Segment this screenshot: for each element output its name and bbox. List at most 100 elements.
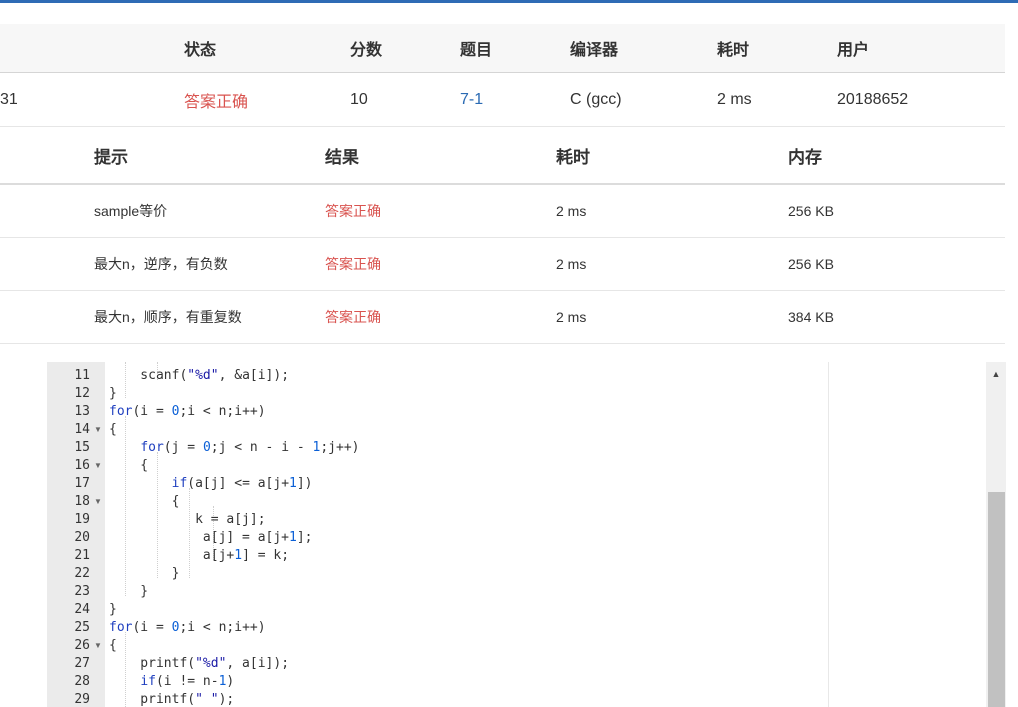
code-line: k = a[j]; xyxy=(109,511,266,529)
case-time: 2 ms xyxy=(556,203,587,219)
code-token: " " xyxy=(195,692,219,707)
code-token: k = a[j]; xyxy=(109,512,266,527)
line-number: 26 xyxy=(74,638,90,653)
code-token: 1 xyxy=(234,548,243,563)
code-token: , a[i]); xyxy=(226,656,290,671)
header-memory: 内存 xyxy=(788,147,822,167)
code-token: { xyxy=(109,422,117,437)
code-token: ]) xyxy=(296,476,313,491)
code-token: } xyxy=(109,602,117,617)
problem-link[interactable]: 7-1 xyxy=(460,73,483,126)
submission-id: 31 xyxy=(0,90,18,108)
code-token: (i = xyxy=(132,620,172,635)
code-token: ;i < n;i++) xyxy=(179,620,266,635)
line-number: 22 xyxy=(74,566,90,581)
scroll-up-arrow-icon[interactable]: ▲ xyxy=(986,366,1006,382)
submission-status: 答案正确 xyxy=(184,93,249,111)
line-number: 28 xyxy=(74,674,90,689)
code-line: { xyxy=(109,421,117,439)
code-token: scanf( xyxy=(109,368,188,383)
code-token: { xyxy=(109,458,149,473)
line-number: 16 xyxy=(74,458,90,473)
header-problem: 题目 xyxy=(460,42,493,59)
fold-toggle-icon[interactable]: ▼ xyxy=(94,421,102,439)
header-status: 状态 xyxy=(184,42,217,59)
code-token: { xyxy=(109,638,117,653)
code-line: } xyxy=(109,601,117,619)
submission-score: 10 xyxy=(350,90,368,108)
code-line: if(a[j] <= a[j+1]) xyxy=(109,475,313,493)
code-token: ]; xyxy=(296,530,313,545)
code-line: scanf("%d", &a[i]); xyxy=(109,367,289,385)
case-result: 答案正确 xyxy=(325,256,381,272)
code-line: { xyxy=(109,493,180,511)
line-number: 19 xyxy=(74,512,90,527)
case-memory: 384 KB xyxy=(788,309,834,325)
code-editor[interactable]: 11 12 13 14 ▼ 15 16 ▼ 17 18 ▼ 19 20 21 22 23 24 25 26 ▼ 27 28… xyxy=(47,362,1006,707)
submission-table: 状态 分数 题目 编译器 耗时 用户 31 答案正确 10 7-1 C (gcc… xyxy=(0,24,1005,127)
code-token: printf( xyxy=(109,692,196,707)
line-number: 25 xyxy=(74,620,90,635)
code-line: for(i = 0;i < n;i++) xyxy=(109,619,266,637)
header-user: 用户 xyxy=(837,42,870,59)
code-token: if xyxy=(171,476,188,491)
code-area[interactable]: scanf("%d", &a[i]);} for(i = 0;i < n;i++)… xyxy=(105,362,1006,707)
top-accent-bar xyxy=(0,0,1018,3)
code-token: (a[j] <= a[j+ xyxy=(187,476,290,491)
submission-compiler: C (gcc) xyxy=(570,90,622,108)
line-number: 29 xyxy=(74,692,90,707)
code-token: (j = xyxy=(163,440,203,455)
code-token: for xyxy=(109,620,133,635)
fold-toggle-icon[interactable]: ▼ xyxy=(94,637,102,655)
code-token: ) xyxy=(226,674,235,689)
test-case-header: 提示 结果 耗时 内存 xyxy=(0,127,1005,185)
code-token: , &a[i]); xyxy=(218,368,290,383)
submission-time: 2 ms xyxy=(717,90,752,108)
code-token: { xyxy=(109,494,180,509)
line-number: 27 xyxy=(74,656,90,671)
line-number-gutter: 11 12 13 14 ▼ 15 16 ▼ 17 18 ▼ 19 20 21 22 23 24 25 26 ▼ 27 28… xyxy=(47,362,105,707)
line-number: 12 xyxy=(74,386,90,401)
code-line: } xyxy=(109,385,117,403)
code-token: (i != n- xyxy=(155,674,219,689)
code-token: if xyxy=(140,674,156,689)
code-line: for(j = 0;j < n - i - 1;j++) xyxy=(109,439,359,457)
line-number: 17 xyxy=(74,476,90,491)
code-token: for xyxy=(140,440,164,455)
header-result: 结果 xyxy=(325,147,359,167)
code-token: "%d" xyxy=(195,656,227,671)
code-line: printf(" "); xyxy=(109,691,234,707)
line-number: 13 xyxy=(74,404,90,419)
case-time: 2 ms xyxy=(556,256,587,272)
code-token: a[j+ xyxy=(109,548,235,563)
line-number: 20 xyxy=(74,530,90,545)
code-line: } xyxy=(109,583,148,601)
code-token: } xyxy=(109,566,180,581)
scrollbar-thumb[interactable] xyxy=(988,492,1005,707)
header-time: 耗时 xyxy=(717,42,750,59)
code-token: a[j] = a[j+ xyxy=(109,530,290,545)
code-line: for(i = 0;i < n;i++) xyxy=(109,403,266,421)
case-memory: 256 KB xyxy=(788,256,834,272)
code-line: } xyxy=(109,565,180,583)
fold-toggle-icon[interactable]: ▼ xyxy=(94,457,102,475)
line-number: 15 xyxy=(74,440,90,455)
code-line: printf("%d", a[i]); xyxy=(109,655,289,673)
code-token: printf( xyxy=(109,656,196,671)
fold-toggle-icon[interactable]: ▼ xyxy=(94,493,102,511)
submission-user: 20188652 xyxy=(837,90,909,108)
code-token: (i = xyxy=(132,404,172,419)
submission-row: 31 答案正确 10 7-1 C (gcc) 2 ms 20188652 xyxy=(0,73,1005,127)
code-token: } xyxy=(109,386,117,401)
submission-table-header: 状态 分数 题目 编译器 耗时 用户 xyxy=(0,24,1005,73)
table-row: 最大n，逆序，有负数 答案正确 2 ms 256 KB xyxy=(0,238,1005,291)
case-time: 2 ms xyxy=(556,309,587,325)
code-line: { xyxy=(109,457,148,475)
code-line: { xyxy=(109,637,117,655)
case-memory: 256 KB xyxy=(788,203,834,219)
code-token: "%d" xyxy=(187,368,219,383)
code-token: 1 xyxy=(289,530,297,545)
case-result: 答案正确 xyxy=(325,309,381,325)
line-number: 23 xyxy=(74,584,90,599)
